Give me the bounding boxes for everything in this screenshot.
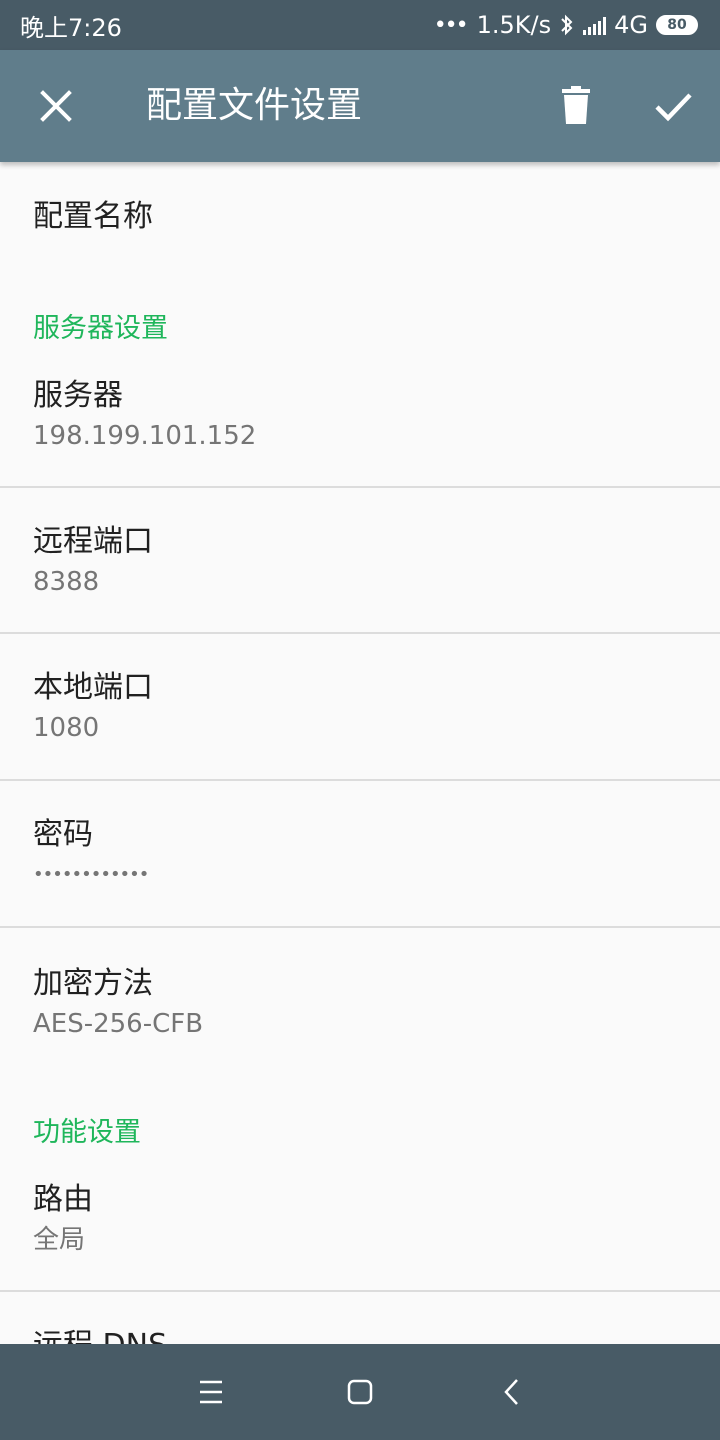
close-button[interactable] (26, 78, 86, 134)
close-icon (40, 90, 72, 122)
dots-icon: ••• (433, 12, 469, 38)
pref-title: 路由 (33, 1182, 93, 1217)
pref-title: 远程端口 (33, 524, 153, 559)
pref-title: 本地端口 (33, 670, 153, 705)
pref-title: 加密方法 (33, 966, 153, 1001)
navigation-bar (0, 1344, 720, 1440)
save-button[interactable] (644, 78, 704, 134)
pref-summary: 198.199.101.152 (33, 421, 257, 451)
pref-encryption-method[interactable]: 加密方法 AES-256-CFB (0, 928, 720, 1078)
category-feature: 功能设置 (33, 1117, 141, 1148)
page-title: 配置文件设置 (146, 85, 363, 126)
settings-list[interactable]: 配置名称 服务器设置 服务器 198.199.101.152 远程端口 8388… (0, 162, 720, 1344)
back-button[interactable] (488, 1368, 536, 1416)
pref-summary: 1080 (33, 713, 100, 743)
battery-level: 80 (667, 17, 687, 33)
pref-summary: 8388 (33, 567, 100, 597)
pref-title: 配置名称 (33, 199, 153, 234)
pref-password[interactable]: 密码 •••••••••••• (0, 781, 720, 926)
pref-remote-port[interactable]: 远程端口 8388 (0, 488, 720, 633)
delete-button[interactable] (546, 78, 606, 134)
toolbar: 配置文件设置 (0, 50, 720, 162)
category-server: 服务器设置 (33, 313, 168, 344)
home-button[interactable] (336, 1368, 384, 1416)
network-type: 4G (614, 11, 648, 39)
menu-button[interactable] (187, 1368, 235, 1416)
status-icons: ••• 1.5K/s 4G 80 (434, 11, 698, 39)
bluetooth-icon (561, 14, 573, 36)
pref-summary: 全局 (33, 1225, 86, 1255)
pref-summary: •••••••••••• (33, 864, 149, 885)
pref-route[interactable]: 路由 全局 (0, 1166, 720, 1290)
pref-title: 服务器 (33, 378, 123, 413)
pref-title: 远程 DNS (33, 1292, 720, 1344)
pref-profile-name[interactable]: 配置名称 (0, 162, 720, 287)
trash-icon (562, 86, 590, 124)
signal-icon (583, 15, 607, 35)
pref-local-port[interactable]: 本地端口 1080 (0, 634, 720, 779)
pref-title: 密码 (33, 817, 93, 852)
battery-icon: 80 (656, 15, 698, 35)
status-time: 晚上7:26 (20, 13, 122, 42)
menu-icon (200, 1380, 222, 1404)
pref-remote-dns[interactable]: 远程 DNS (0, 1292, 720, 1344)
home-icon (347, 1379, 373, 1405)
back-icon (504, 1379, 518, 1405)
network-speed: 1.5K/s (476, 11, 552, 39)
status-bar: 晚上7:26 ••• 1.5K/s 4G 80 (0, 0, 720, 50)
pref-server[interactable]: 服务器 198.199.101.152 (0, 362, 720, 487)
pref-summary: AES-256-CFB (33, 1009, 204, 1039)
check-icon (655, 93, 692, 122)
